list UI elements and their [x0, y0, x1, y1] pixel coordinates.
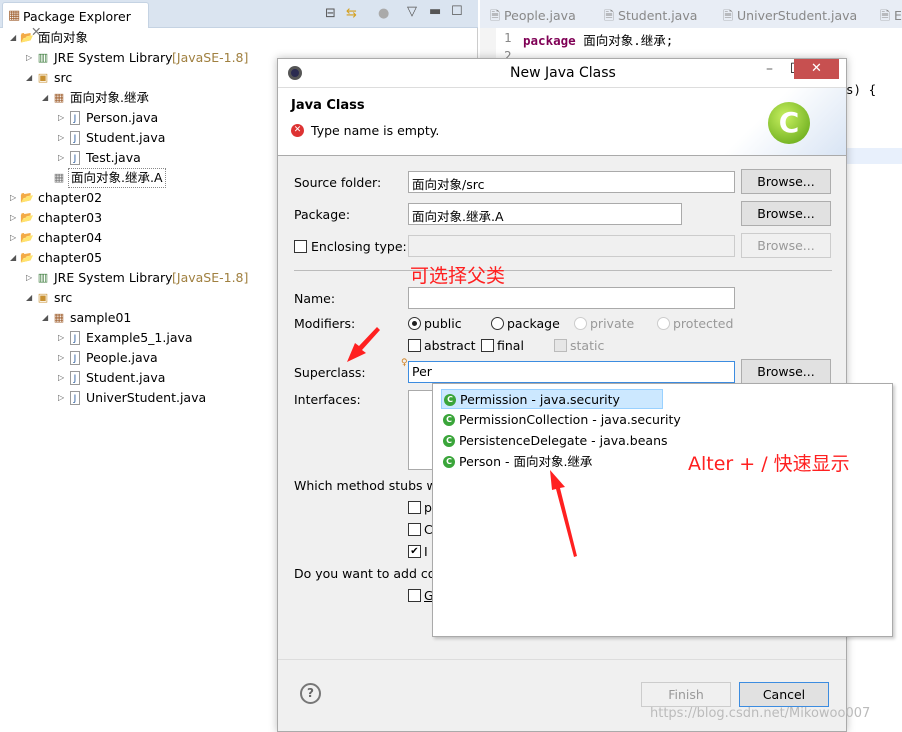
watermark: https://blog.csdn.net/Mikowoo007: [650, 706, 871, 721]
arrow-to-person: [550, 470, 577, 557]
annotation-arrows: [347, 327, 577, 557]
arrow-to-superclass: [347, 327, 380, 362]
